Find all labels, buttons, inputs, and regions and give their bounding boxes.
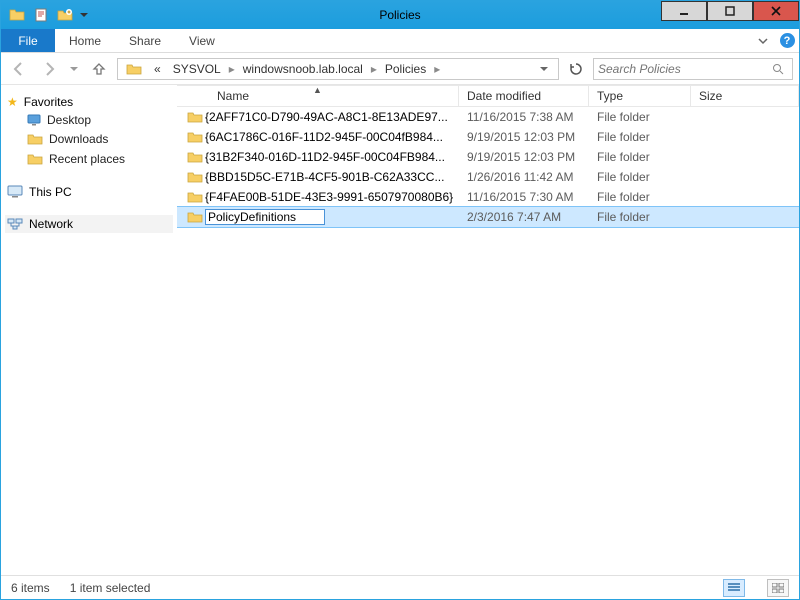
- file-type: File folder: [589, 110, 691, 124]
- file-type: File folder: [589, 150, 691, 164]
- file-date: 11/16/2015 7:38 AM: [459, 110, 589, 124]
- nav-desktop[interactable]: Desktop: [5, 111, 173, 129]
- nav-item-label: Downloads: [49, 132, 108, 146]
- help-button[interactable]: ?: [775, 29, 799, 52]
- desktop-icon: [27, 114, 41, 126]
- content-pane: ▲ Name Date modified Type Size {2AFF71C0…: [177, 85, 799, 575]
- ribbon: File Home Share View ?: [1, 29, 799, 53]
- nav-item-label: Recent places: [49, 152, 125, 166]
- chevron-right-icon: ▸: [369, 62, 379, 76]
- breadcrumb-seg-domain[interactable]: windowsnoob.lab.local: [237, 59, 369, 79]
- search-box[interactable]: [593, 58, 793, 80]
- file-row[interactable]: {6AC1786C-016F-11D2-945F-00C04fB984... 9/…: [177, 127, 799, 147]
- folder-icon: [27, 151, 43, 167]
- view-largeicons-button[interactable]: [767, 579, 789, 597]
- status-selection-count: 1 item selected: [70, 581, 151, 595]
- file-type: File folder: [589, 170, 691, 184]
- nav-favorites-label: Favorites: [24, 95, 73, 109]
- status-item-count: 6 items: [11, 581, 50, 595]
- breadcrumb-root-icon[interactable]: [120, 59, 148, 79]
- maximize-button[interactable]: [707, 1, 753, 21]
- qat-properties-button[interactable]: [29, 4, 53, 26]
- nav-item-label: This PC: [29, 185, 72, 199]
- folder-icon: [185, 149, 205, 165]
- folder-icon: [185, 189, 205, 205]
- col-date[interactable]: Date modified: [459, 86, 589, 106]
- back-button[interactable]: [7, 57, 31, 81]
- expand-ribbon-button[interactable]: [751, 29, 775, 52]
- col-type[interactable]: Type: [589, 86, 691, 106]
- rename-input[interactable]: [205, 209, 325, 225]
- breadcrumb-seg-policies[interactable]: Policies: [379, 59, 432, 79]
- sort-asc-icon: ▲: [313, 85, 322, 95]
- file-type: File folder: [589, 190, 691, 204]
- nav-favorites[interactable]: ★ Favorites: [5, 93, 173, 111]
- chevron-right-icon: ▸: [227, 62, 237, 76]
- up-button[interactable]: [87, 57, 111, 81]
- nav-item-label: Desktop: [47, 113, 91, 127]
- status-bar: 6 items 1 item selected: [1, 575, 799, 599]
- chevron-right-icon: ▸: [432, 62, 442, 76]
- search-input[interactable]: [598, 62, 772, 76]
- folder-icon: [185, 169, 205, 185]
- computer-icon: [7, 185, 23, 199]
- nav-item-label: Network: [29, 217, 73, 231]
- breadcrumb-seg-sysvol[interactable]: SYSVOL: [167, 59, 227, 79]
- file-name: {31B2F340-016D-11D2-945F-00C04FB984...: [205, 150, 445, 164]
- qat-folder-icon: [5, 4, 29, 26]
- explorer-window: Policies File Home Share View ?: [0, 0, 800, 600]
- column-headers: ▲ Name Date modified Type Size: [177, 85, 799, 107]
- file-name: {6AC1786C-016F-11D2-945F-00C04fB984...: [205, 130, 443, 144]
- file-row[interactable]: {31B2F340-016D-11D2-945F-00C04FB984... 9/…: [177, 147, 799, 167]
- file-type: File folder: [589, 130, 691, 144]
- folder-icon: [185, 109, 205, 125]
- forward-button[interactable]: [37, 57, 61, 81]
- breadcrumb[interactable]: « SYSVOL ▸ windowsnoob.lab.local ▸ Polic…: [117, 58, 559, 80]
- home-tab[interactable]: Home: [55, 29, 115, 52]
- file-date: 9/19/2015 12:03 PM: [459, 150, 589, 164]
- breadcrumb-dropdown[interactable]: [540, 65, 556, 73]
- file-date: 2/3/2016 7:47 AM: [459, 210, 589, 224]
- file-row[interactable]: {2AFF71C0-D790-49AC-A8C1-8E13ADE97... 11/…: [177, 107, 799, 127]
- file-row[interactable]: 2/3/2016 7:47 AMFile folder: [177, 207, 799, 227]
- share-tab[interactable]: Share: [115, 29, 175, 52]
- main-area: ★ Favorites Desktop Downloads Recent pla…: [1, 85, 799, 575]
- file-name: {BBD15D5C-E71B-4CF5-901B-C62A33CC...: [205, 170, 444, 184]
- folder-icon: [185, 129, 205, 145]
- qat-customize-dropdown[interactable]: [77, 4, 91, 26]
- file-date: 1/26/2016 11:42 AM: [459, 170, 589, 184]
- nav-downloads[interactable]: Downloads: [5, 129, 173, 149]
- file-date: 9/19/2015 12:03 PM: [459, 130, 589, 144]
- navigation-pane: ★ Favorites Desktop Downloads Recent pla…: [1, 85, 177, 575]
- address-bar-row: « SYSVOL ▸ windowsnoob.lab.local ▸ Polic…: [1, 53, 799, 85]
- col-name[interactable]: ▲ Name: [177, 86, 459, 106]
- file-name: {2AFF71C0-D790-49AC-A8C1-8E13ADE97...: [205, 110, 448, 124]
- nav-recent[interactable]: Recent places: [5, 149, 173, 169]
- view-details-button[interactable]: [723, 579, 745, 597]
- titlebar: Policies: [1, 1, 799, 29]
- refresh-button[interactable]: [565, 58, 587, 80]
- folder-icon: [185, 209, 205, 225]
- breadcrumb-ellipsis[interactable]: «: [148, 59, 167, 79]
- view-tab[interactable]: View: [175, 29, 229, 52]
- file-date: 11/16/2015 7:30 AM: [459, 190, 589, 204]
- minimize-button[interactable]: [661, 1, 707, 21]
- star-icon: ★: [7, 95, 18, 109]
- network-icon: [7, 217, 23, 231]
- file-row[interactable]: {BBD15D5C-E71B-4CF5-901B-C62A33CC... 1/26…: [177, 167, 799, 187]
- nav-network[interactable]: Network: [5, 215, 173, 233]
- file-tab[interactable]: File: [1, 29, 55, 52]
- file-type: File folder: [589, 210, 691, 224]
- folder-icon: [27, 131, 43, 147]
- history-dropdown[interactable]: [67, 57, 81, 81]
- file-list[interactable]: {2AFF71C0-D790-49AC-A8C1-8E13ADE97... 11/…: [177, 107, 799, 575]
- search-icon: [772, 63, 788, 75]
- nav-thispc[interactable]: This PC: [5, 183, 173, 201]
- qat-newfolder-button[interactable]: [53, 4, 77, 26]
- file-name: {F4FAE00B-51DE-43E3-9991-6507970080B6}: [205, 190, 453, 204]
- close-button[interactable]: [753, 1, 799, 21]
- col-size[interactable]: Size: [691, 86, 799, 106]
- file-row[interactable]: {F4FAE00B-51DE-43E3-9991-6507970080B6} 11…: [177, 187, 799, 207]
